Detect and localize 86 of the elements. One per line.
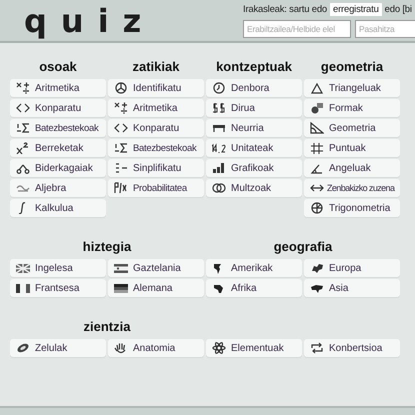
topic-button[interactable]: Aritmetika bbox=[10, 79, 106, 97]
search-hint: edo [bi bbox=[384, 4, 412, 15]
compare-icon bbox=[16, 102, 30, 114]
flag-icon bbox=[114, 262, 128, 274]
topic-button[interactable]: Formak bbox=[304, 99, 400, 117]
topic-button[interactable]: Angeluak bbox=[304, 159, 400, 177]
category-heading: osoak bbox=[38, 59, 78, 75]
category-heading: hiztegia bbox=[82, 239, 132, 255]
topic-button[interactable]: Afrika bbox=[206, 279, 302, 297]
continent-icon bbox=[310, 262, 324, 274]
category-heading: zientzia bbox=[82, 319, 132, 335]
bar-chart-icon bbox=[212, 162, 226, 174]
topic-button[interactable]: Alemana bbox=[108, 279, 204, 297]
factor-tree-icon bbox=[16, 162, 30, 174]
topic-button[interactable]: Biderkagaiak bbox=[10, 159, 106, 177]
topic-button[interactable]: Aritmetika bbox=[108, 99, 204, 117]
category-heading: geografia bbox=[272, 239, 334, 255]
ruler-icon bbox=[212, 122, 226, 134]
topic-button[interactable]: Grafikoak bbox=[206, 159, 302, 177]
power-icon bbox=[16, 142, 30, 154]
topic-button[interactable]: Aljebra bbox=[10, 179, 106, 197]
venn-icon bbox=[212, 182, 226, 194]
sigma-icon bbox=[16, 122, 30, 134]
topic-button[interactable]: Neurria bbox=[206, 119, 302, 137]
cell-icon bbox=[16, 342, 30, 354]
topic-button[interactable]: Europa bbox=[304, 259, 400, 277]
topic-button[interactable]: Denbora bbox=[206, 79, 302, 97]
topic-button[interactable]: Multzoak bbox=[206, 179, 302, 197]
topic-button[interactable]: Asia bbox=[304, 279, 400, 297]
topic-button[interactable]: Trigonometria bbox=[304, 199, 400, 217]
register-link[interactable]: erregistratu bbox=[330, 3, 382, 16]
probability-icon bbox=[114, 182, 128, 194]
swap-arrows-icon bbox=[310, 342, 324, 354]
topic-button[interactable]: Geometria bbox=[304, 119, 400, 137]
login-prompt: Irakasleak: sartu edo bbox=[243, 4, 327, 15]
topic-button[interactable]: Berreketak bbox=[10, 139, 106, 157]
grid-icon bbox=[310, 142, 324, 154]
topic-button[interactable]: Konparatu bbox=[108, 119, 204, 137]
flag-icon bbox=[16, 282, 30, 294]
topic-button[interactable]: Amerikak bbox=[206, 259, 302, 277]
topic-button[interactable]: Elementuak bbox=[206, 339, 302, 357]
topic-button[interactable]: Batezbestekoak bbox=[10, 119, 106, 137]
topic-button[interactable]: Gaztelania bbox=[108, 259, 204, 277]
fraction-icon bbox=[114, 162, 128, 174]
topic-button[interactable]: Batezbestekoak bbox=[108, 139, 204, 157]
topic-button[interactable]: Kalkulua bbox=[10, 199, 106, 217]
compare-icon bbox=[114, 122, 128, 134]
triangle-icon bbox=[310, 82, 324, 94]
topic-button[interactable]: Zenbakizko zuzena bbox=[304, 179, 400, 197]
topic-button[interactable]: Zelulak bbox=[10, 339, 106, 357]
angle-icon bbox=[310, 162, 324, 174]
topic-button[interactable]: Anatomia bbox=[108, 339, 204, 357]
arithmetic-icon bbox=[114, 102, 128, 114]
dollar-icon bbox=[212, 102, 226, 114]
flag-icon bbox=[16, 262, 30, 274]
topic-button[interactable]: Puntuak bbox=[304, 139, 400, 157]
topic-button[interactable]: Frantsesa bbox=[10, 279, 106, 297]
hand-icon bbox=[114, 342, 128, 354]
logo: quiz bbox=[24, 6, 156, 41]
topic-button[interactable]: Sinplifikatu bbox=[108, 159, 204, 177]
unit-circle-icon bbox=[310, 202, 324, 214]
topic-button[interactable]: Ingelesa bbox=[10, 259, 106, 277]
arithmetic-icon bbox=[16, 82, 30, 94]
topic-button[interactable]: Probabilitatea bbox=[108, 179, 204, 197]
topic-button[interactable]: Konbertsioa bbox=[304, 339, 400, 357]
category-heading: geometria bbox=[320, 59, 384, 75]
double-arrow-icon bbox=[310, 182, 324, 194]
clock-icon bbox=[212, 82, 226, 94]
atom-icon bbox=[212, 342, 226, 354]
flag-icon bbox=[114, 282, 128, 294]
category-heading: zatikiak bbox=[132, 59, 180, 75]
topic-button[interactable]: Unitateak bbox=[206, 139, 302, 157]
password-field[interactable]: Pasahitza bbox=[355, 20, 415, 38]
protractor-icon bbox=[310, 122, 324, 134]
topic-button[interactable]: Konparatu bbox=[10, 99, 106, 117]
continent-icon bbox=[310, 282, 324, 294]
topic-button[interactable]: Identifikatu bbox=[108, 79, 204, 97]
topic-button[interactable]: Triangeluak bbox=[304, 79, 400, 97]
username-field[interactable]: Erabiltzailea/Helbide elel bbox=[243, 20, 351, 38]
continent-icon bbox=[212, 282, 226, 294]
category-heading: kontzeptuak bbox=[215, 59, 293, 75]
circle-icon bbox=[114, 82, 128, 94]
sigma-icon bbox=[114, 142, 128, 154]
shapes-icon bbox=[310, 102, 324, 114]
topic-button[interactable]: Dirua bbox=[206, 99, 302, 117]
decimal-icon bbox=[212, 142, 226, 154]
